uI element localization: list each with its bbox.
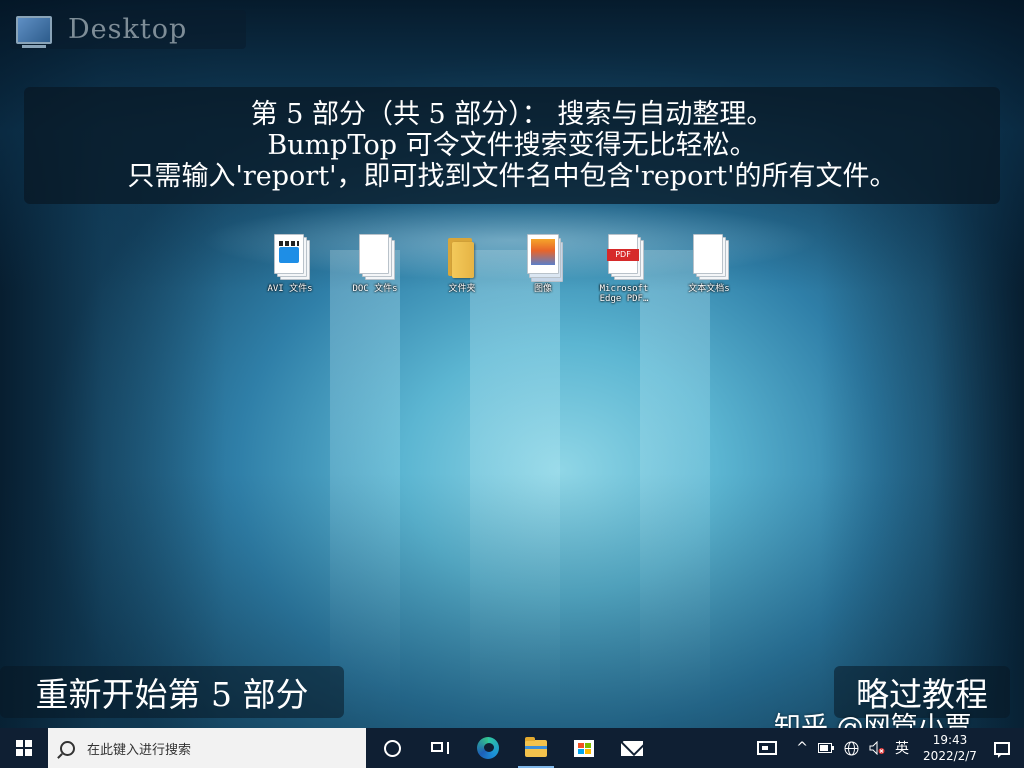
pile-pdf-files[interactable]: PDF Microsoft Edge PDF…: [586, 232, 662, 304]
tutorial-panel: 第 5 部分（共 5 部分）： 搜索与自动整理。 BumpTop 可令文件搜索变…: [24, 87, 1000, 204]
edge-icon: [477, 737, 499, 759]
pile-label: Microsoft Edge PDF…: [600, 284, 649, 304]
pile-text-files[interactable]: 文本文档s: [671, 232, 747, 294]
tray-overflow-chevron-icon[interactable]: ^: [796, 740, 808, 756]
start-button[interactable]: [0, 728, 48, 768]
pile-label: DOC 文件s: [352, 284, 398, 294]
battery-icon[interactable]: [818, 743, 834, 753]
clock-time: 19:43: [932, 733, 968, 747]
cortana-icon: [383, 739, 401, 757]
file-explorer-icon: [525, 736, 547, 757]
text-file-icon: [689, 232, 729, 280]
input-method-indicator[interactable]: 英: [895, 738, 909, 758]
notification-center-icon[interactable]: [994, 741, 1010, 758]
file-explorer-taskbar-button[interactable]: [512, 728, 560, 768]
pile-label: 图像: [533, 284, 552, 294]
pile-label: 文件夹: [448, 284, 476, 294]
desktop-label[interactable]: Desktop: [10, 10, 246, 49]
tutorial-line-2: BumpTop 可令文件搜索变得无比轻松。: [267, 130, 757, 161]
image-file-icon: [523, 232, 563, 282]
task-view-button[interactable]: [416, 728, 464, 768]
taskbar: 在此键入进行搜索 ^ 英 19:43 2022/2/7: [0, 728, 1024, 768]
store-icon: [574, 739, 594, 757]
tray-clock[interactable]: 19:43 2022/2/7: [914, 732, 986, 764]
tutorial-line-1: 第 5 部分（共 5 部分）： 搜索与自动整理。: [250, 99, 774, 130]
mail-icon: [621, 740, 643, 756]
system-tray: ^ 英 19:43 2022/2/7: [757, 728, 1024, 768]
search-placeholder: 在此键入进行搜索: [87, 742, 192, 758]
cortana-button[interactable]: [368, 728, 416, 768]
pile-avi-files[interactable]: AVI 文件s: [252, 232, 328, 294]
folder-icon: [442, 232, 482, 280]
task-view-icon: [431, 742, 449, 754]
pile-folders[interactable]: 文件夹: [424, 232, 500, 294]
windows-logo-icon: [16, 740, 32, 756]
document-file-icon: [355, 232, 395, 280]
desktop-title: Desktop: [68, 14, 188, 45]
pdf-file-icon: PDF: [604, 232, 644, 280]
network-globe-icon[interactable]: [844, 741, 859, 756]
pile-label: AVI 文件s: [267, 284, 313, 294]
search-icon: [60, 740, 75, 756]
desktop-icon-piles: AVI 文件s DOC 文件s 文件夹 图像 PDF Microsoft Edg…: [255, 232, 755, 322]
pile-label-line-2: Edge PDF…: [599, 294, 649, 304]
pile-label: 文本文档s: [688, 284, 730, 294]
monitor-icon: [16, 15, 52, 48]
taskbar-search-box[interactable]: 在此键入进行搜索: [48, 728, 366, 768]
store-taskbar-button[interactable]: [560, 728, 608, 768]
pile-images[interactable]: 图像: [505, 232, 581, 294]
volume-muted-icon[interactable]: [869, 741, 885, 755]
edge-taskbar-button[interactable]: [464, 728, 512, 768]
video-file-icon: [270, 232, 310, 280]
news-widget-icon[interactable]: [757, 741, 778, 755]
pile-label-line-1: Microsoft: [599, 284, 649, 294]
mail-taskbar-button[interactable]: [608, 728, 656, 768]
pile-doc-files[interactable]: DOC 文件s: [337, 232, 413, 294]
clock-date: 2022/2/7: [923, 749, 977, 763]
tutorial-line-3: 只需输入'report'，即可找到文件名中包含'report'的所有文件。: [127, 161, 897, 192]
restart-part-button[interactable]: 重新开始第 5 部分: [0, 666, 344, 718]
